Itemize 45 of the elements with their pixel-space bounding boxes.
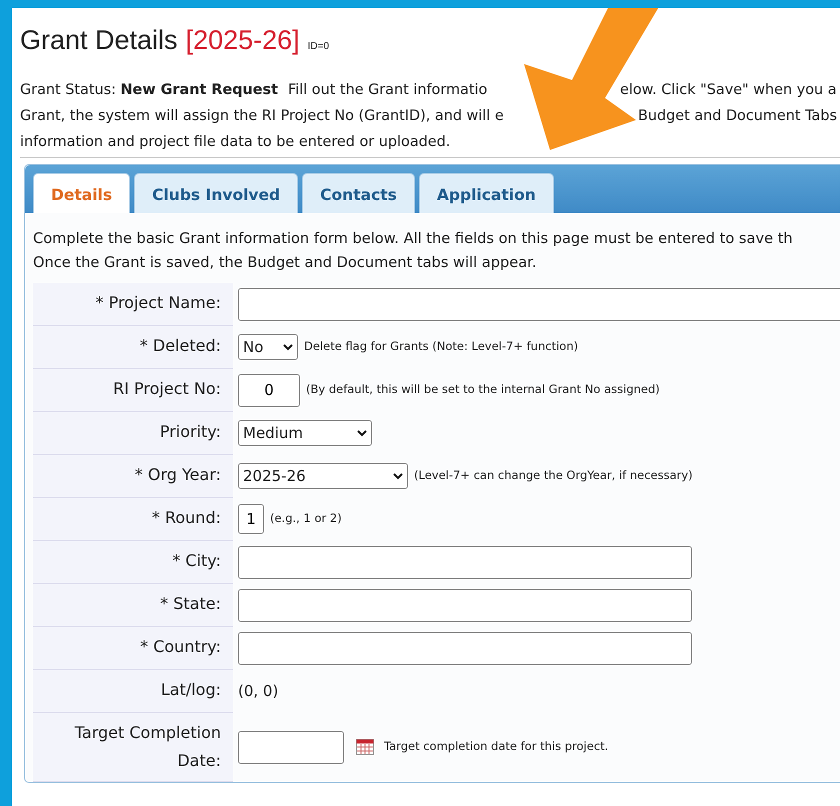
page-title: Grant Details: [20, 24, 178, 57]
field-label: * Deleted:: [33, 326, 233, 368]
coordinates-text: (0, 0): [238, 680, 278, 702]
year-label: [2025-26]: [186, 24, 300, 57]
field-label: * Country:: [33, 626, 233, 670]
instruction-text: Complete the basic Grant information form below. All the fields on this page must be entered to save th: [33, 228, 794, 248]
input-field[interactable]: [238, 546, 692, 578]
chevron-icon: [283, 344, 293, 350]
input-field[interactable]: [238, 588, 692, 622]
hint-text: Target completion date for this project.: [384, 738, 608, 756]
input-field[interactable]: [238, 632, 692, 664]
input-field[interactable]: 1: [238, 504, 264, 534]
field-label: RI Project No:: [33, 368, 233, 412]
hint-text: (e.g., 1 or 2): [270, 510, 342, 528]
field-label: * Project Name:: [33, 282, 233, 326]
hint-text: (Level-7+ can change the OrgYear, if necessary): [414, 467, 693, 484]
input-field[interactable]: 0: [238, 374, 300, 406]
tab[interactable]: Application: [418, 172, 554, 212]
dropdown[interactable]: No: [238, 334, 298, 360]
instruction-text: Once the Grant is saved, the Budget and Document tabs will appear.: [33, 252, 538, 272]
input-field[interactable]: [238, 288, 840, 320]
field-label: Target Completion Date:: [33, 712, 233, 782]
hint-text: (By default, this will be set to the internal Grant No assigned): [306, 381, 660, 398]
field-label: Lat/log:: [33, 670, 233, 712]
field-label: * State:: [33, 584, 233, 626]
field-label: * Org Year:: [33, 454, 233, 498]
chevron-icon: [393, 472, 403, 480]
field-label: Priority:: [33, 412, 233, 454]
intro-text: Budget and Document Tabs: [638, 106, 837, 126]
intro-text: Grant Status: New Grant Request: [20, 80, 278, 100]
chevron-icon: [357, 430, 367, 436]
calendar-icon[interactable]: [356, 739, 374, 755]
field-label: * City:: [33, 540, 233, 584]
dropdown[interactable]: 2025-26: [238, 463, 408, 489]
hint-text: Delete flag for Grants (Note: Level-7+ function): [304, 338, 578, 356]
id-label: ID=0: [308, 40, 330, 54]
intro-text: elow. Click "Save" when you a: [620, 80, 837, 100]
intro-text: Fill out the Grant informatio: [288, 80, 488, 100]
intro-text: information and project file data to be entered or uploaded.: [20, 132, 450, 152]
dropdown[interactable]: Medium: [238, 420, 372, 446]
input-field[interactable]: [238, 730, 344, 764]
tab[interactable]: Contacts: [302, 172, 415, 212]
intro-text: Grant, the system will assign the RI Project No (GrantID), and will e: [20, 106, 504, 126]
field-label: * Round:: [33, 498, 233, 540]
tab[interactable]: Clubs Involved: [134, 172, 298, 212]
